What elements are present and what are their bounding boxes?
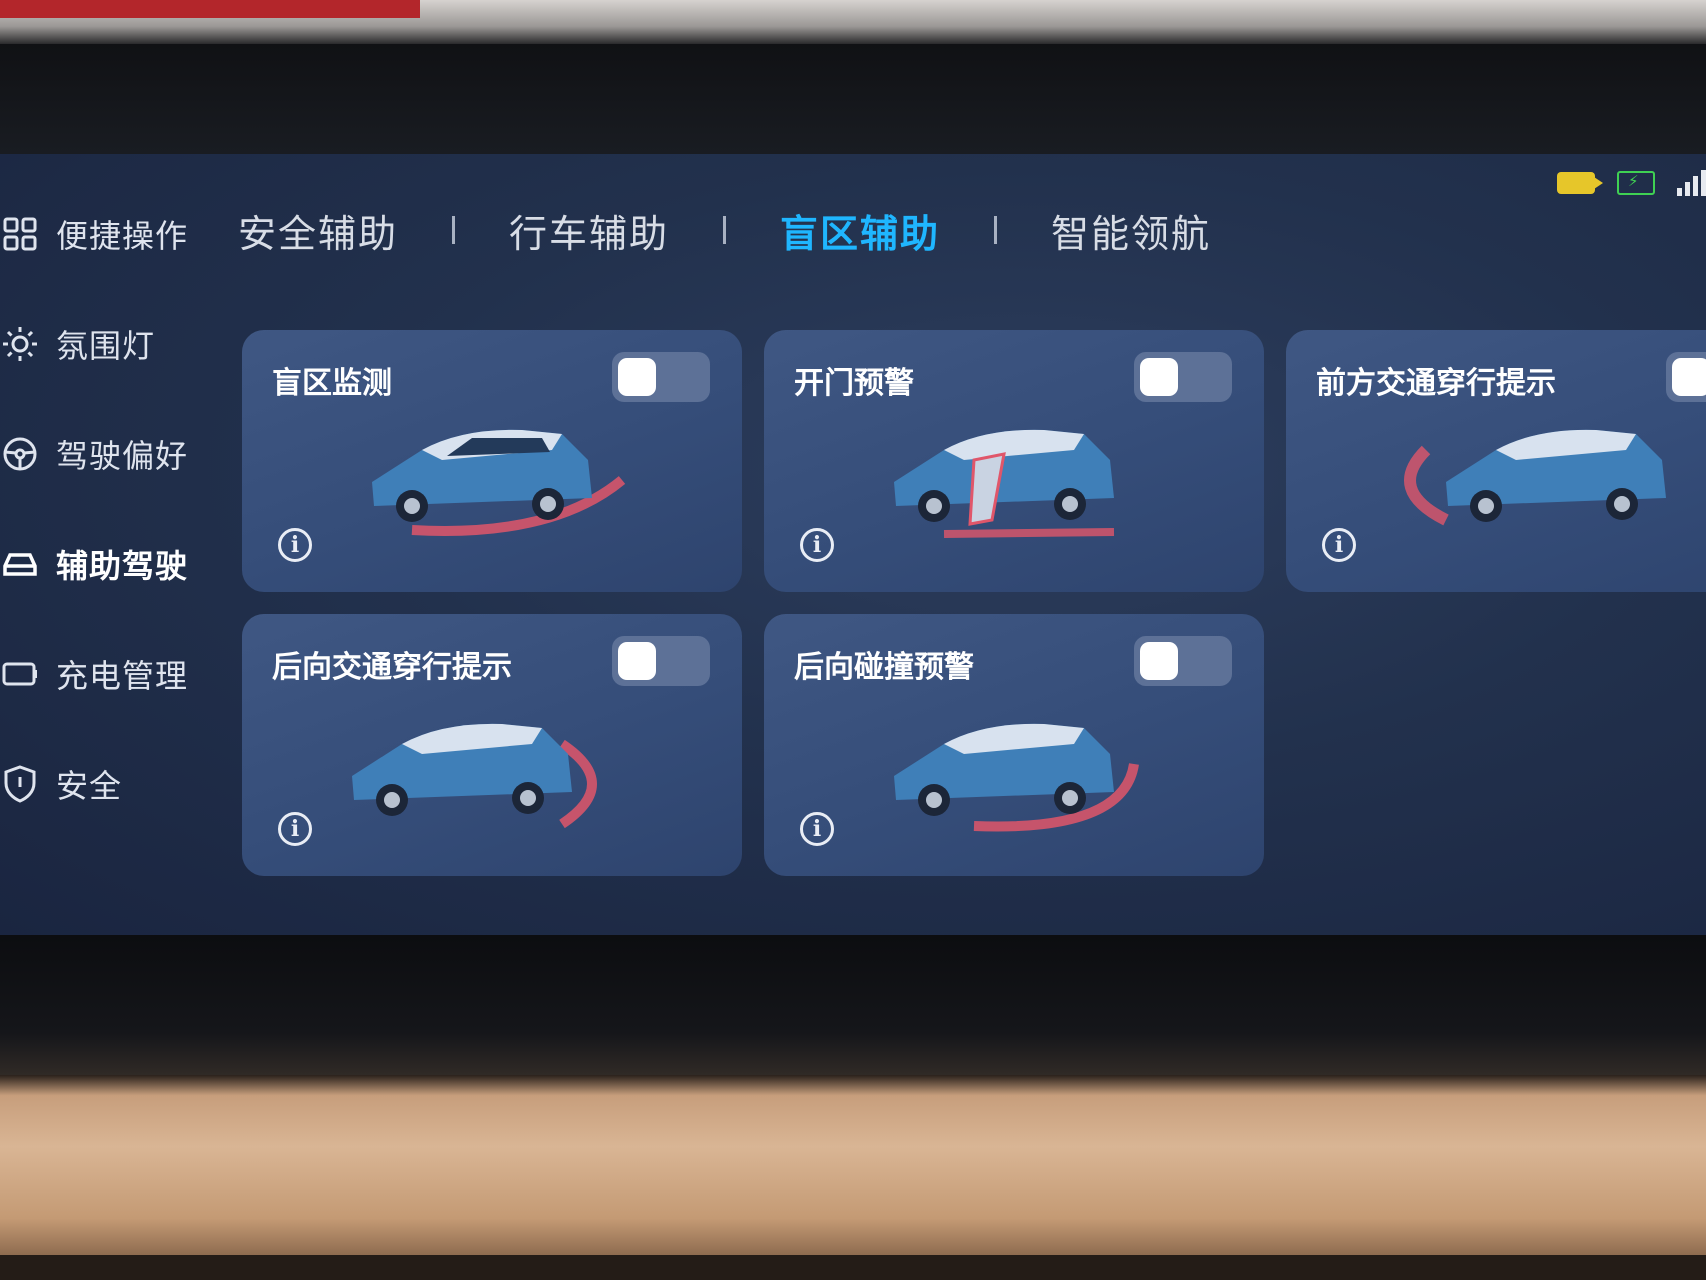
sidebar-item-label: 便捷操作 <box>56 217 189 255</box>
rear-collision-warning-toggle[interactable] <box>1134 636 1232 686</box>
sun-icon <box>0 324 40 364</box>
battery-icon <box>0 654 40 694</box>
infotainment-screen: 便捷操作 氛围灯 驾驶偏好 辅助驾驶 充电管理 <box>0 154 1706 935</box>
tab-divider <box>452 216 456 244</box>
toggle-knob <box>1140 358 1178 396</box>
feature-card-blind-spot-monitor: 盲区监测 i <box>242 330 742 592</box>
door-open-warning-toggle[interactable] <box>1134 352 1232 402</box>
card-title: 开门预警 <box>794 366 914 401</box>
screen-frame <box>0 44 1706 154</box>
dashboard-trim <box>0 1075 1706 1280</box>
feature-card-rear-cross-traffic-alert: 后向交通穿行提示 i <box>242 614 742 876</box>
tab-bar: 安全辅助 行车辅助 盲区辅助 智能领航 <box>238 200 1211 260</box>
toggle-knob <box>618 358 656 396</box>
info-icon[interactable]: i <box>800 812 834 846</box>
sidebar-item-label: 辅助驾驶 <box>56 547 189 585</box>
signal-icon <box>1677 170 1706 196</box>
battery-charging-icon <box>1617 171 1655 195</box>
camera-icon <box>1557 172 1603 194</box>
tab-divider <box>723 216 727 244</box>
toggle-knob <box>1672 358 1706 396</box>
sidebar-item-label: 充电管理 <box>56 657 189 695</box>
sidebar-item-quick-actions[interactable]: 便捷操作 <box>0 204 188 264</box>
status-bar <box>1557 170 1706 196</box>
dashboard-seam <box>0 1255 1706 1280</box>
card-title: 盲区监测 <box>272 366 392 401</box>
steering-wheel-icon <box>0 434 40 474</box>
sidebar-item-driving-preference[interactable]: 驾驶偏好 <box>0 424 188 484</box>
tab-blind-spot-assist[interactable]: 盲区辅助 <box>780 203 940 258</box>
car-icon <box>0 544 40 584</box>
sidebar-item-label: 安全 <box>56 767 123 805</box>
car-illustration <box>894 723 1139 832</box>
card-title: 后向交通穿行提示 <box>272 650 512 685</box>
grid-icon <box>0 214 40 254</box>
sidebar-item-ambient-light[interactable]: 氛围灯 <box>0 314 155 374</box>
tab-smart-navigation[interactable]: 智能领航 <box>1051 203 1211 258</box>
feature-card-front-cross-traffic-alert: 前方交通穿行提示 i <box>1286 330 1706 592</box>
card-title: 前方交通穿行提示 <box>1316 366 1556 401</box>
rear-cross-traffic-toggle[interactable] <box>612 636 710 686</box>
car-illustration <box>352 723 597 829</box>
sidebar-item-driver-assist[interactable]: 辅助驾驶 <box>0 534 188 594</box>
tab-divider <box>994 216 998 244</box>
feature-card-rear-collision-warning: 后向碰撞预警 i <box>764 614 1264 876</box>
screen-lower-bezel <box>0 935 1706 1075</box>
toggle-knob <box>1140 642 1178 680</box>
car-illustration <box>372 429 626 536</box>
tab-driving-assist[interactable]: 行车辅助 <box>509 203 669 258</box>
toggle-knob <box>618 642 656 680</box>
shield-icon <box>0 764 40 804</box>
info-icon[interactable]: i <box>1322 528 1356 562</box>
sidebar-item-charging[interactable]: 充电管理 <box>0 644 188 704</box>
card-title: 后向碰撞预警 <box>794 650 974 685</box>
sidebar-item-label: 驾驶偏好 <box>56 437 189 475</box>
info-icon[interactable]: i <box>278 812 312 846</box>
blind-spot-monitor-toggle[interactable] <box>612 352 710 402</box>
info-icon[interactable]: i <box>800 528 834 562</box>
tab-safety-assist[interactable]: 安全辅助 <box>238 203 398 258</box>
feature-card-door-open-warning: 开门预警 i <box>764 330 1264 592</box>
car-illustration <box>894 429 1115 538</box>
front-cross-traffic-toggle[interactable] <box>1666 352 1706 402</box>
sidebar-item-security[interactable]: 安全 <box>0 754 122 814</box>
info-icon[interactable]: i <box>278 528 312 562</box>
car-illustration <box>1404 429 1666 526</box>
screen-top-bezel <box>0 0 1706 44</box>
sidebar-item-label: 氛围灯 <box>56 327 156 365</box>
